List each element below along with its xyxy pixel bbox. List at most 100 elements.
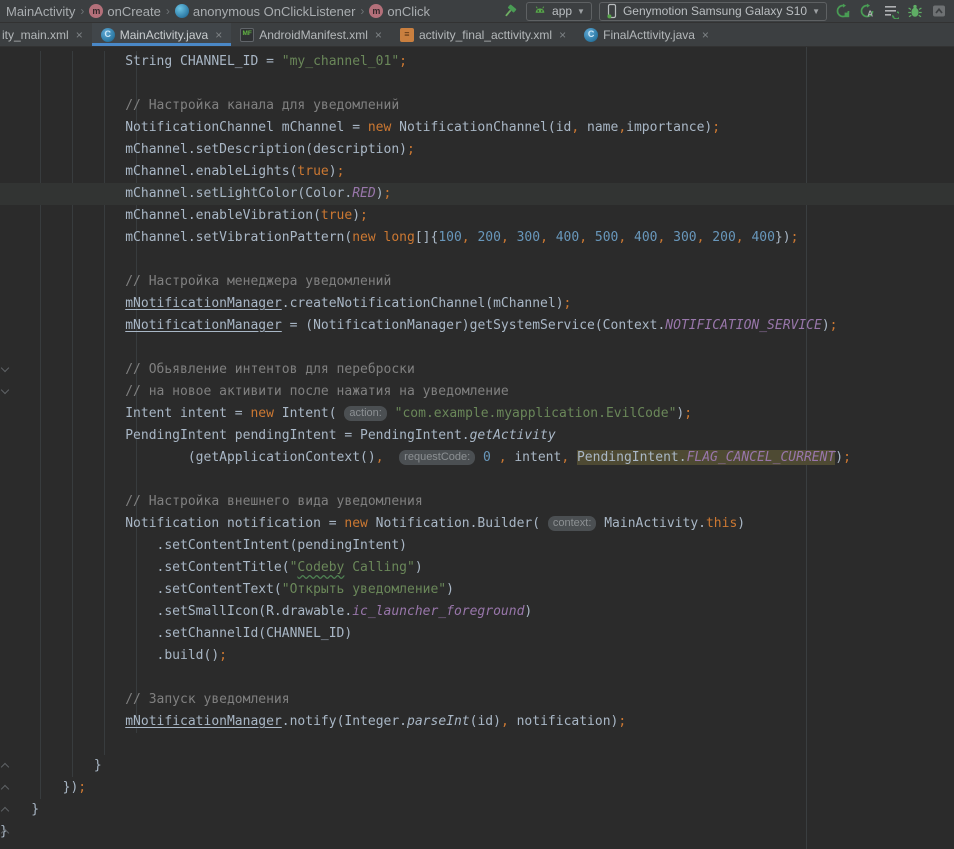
code-line[interactable]: .build(); — [0, 645, 954, 667]
code-area[interactable]: String CHANNEL_ID = "my_channel_01"; // … — [0, 51, 954, 843]
rerun-icon[interactable] — [834, 2, 852, 20]
code-token — [376, 230, 384, 245]
code-line[interactable]: } — [0, 799, 954, 821]
code-line[interactable]: // на новое активити после нажатия на ув… — [0, 381, 954, 403]
code-line[interactable]: Notification notification = new Notifica… — [0, 513, 954, 535]
code-editor[interactable]: String CHANNEL_ID = "my_channel_01"; // … — [0, 47, 954, 849]
code-line[interactable]: .setContentText("Открыть уведомление") — [0, 579, 954, 601]
tab-activity_final_acttivity.xml[interactable]: ≡activity_final_acttivity.xml× — [391, 23, 575, 46]
code-line[interactable]: } — [0, 821, 954, 843]
code-line[interactable]: String CHANNEL_ID = "my_channel_01"; — [0, 51, 954, 73]
code-token: , — [571, 120, 579, 135]
code-token: ; — [830, 318, 838, 333]
tab-label: ity_main.xml — [2, 28, 69, 42]
run-configuration-select[interactable]: app ▼ — [526, 2, 592, 21]
code-token: ) — [376, 186, 384, 201]
code-token: ; — [843, 450, 851, 465]
code-token: long — [384, 230, 415, 245]
code-line-current[interactable]: mChannel.setLightColor(Color.RED); — [0, 183, 954, 205]
code-token: ; — [407, 142, 415, 157]
code-line[interactable]: mChannel.enableLights(true); — [0, 161, 954, 183]
code-line[interactable]: // Настройка канала для уведомлений — [0, 95, 954, 117]
code-token: name — [579, 120, 618, 135]
profiler-icon[interactable] — [930, 2, 948, 20]
code-token: "my_channel_01" — [282, 54, 399, 69]
apply-code-changes-icon[interactable] — [882, 2, 900, 20]
code-line[interactable]: .setChannelId(CHANNEL_ID) — [0, 623, 954, 645]
run-toolbar: app ▼ Genymotion Samsung Galaxy S10 ▼ A — [501, 2, 950, 21]
breadcrumb-item[interactable]: monClick — [367, 4, 432, 19]
breadcrumb-item[interactable]: MainActivity — [4, 4, 77, 19]
code-token: , — [561, 450, 569, 465]
code-token: Calling" — [344, 560, 414, 575]
breadcrumb-item[interactable]: anonymous OnClickListener — [173, 4, 358, 19]
apply-changes-icon[interactable]: A — [858, 2, 876, 20]
close-tab-icon[interactable]: × — [215, 28, 222, 42]
breadcrumb-item[interactable]: monCreate — [87, 4, 162, 19]
code-token — [509, 230, 517, 245]
tab-AndroidManifest.xml[interactable]: MFAndroidManifest.xml× — [231, 23, 391, 46]
breadcrumb-label: onClick — [387, 4, 430, 19]
tab-ity_main.xml[interactable]: ity_main.xml × — [0, 23, 92, 46]
code-token: importance) — [626, 120, 712, 135]
code-line[interactable]: NotificationChannel mChannel = new Notif… — [0, 117, 954, 139]
code-line[interactable]: // Обьявление интентов для переброски — [0, 359, 954, 381]
code-line[interactable]: mChannel.setDescription(description); — [0, 139, 954, 161]
code-line[interactable]: mChannel.setVibrationPattern(new long[]{… — [0, 227, 954, 249]
close-tab-icon[interactable]: × — [375, 28, 382, 42]
code-line[interactable] — [0, 249, 954, 271]
navigation-bar: MainActivity›monCreate›anonymous OnClick… — [0, 0, 954, 23]
code-line[interactable]: // Настройка менеджера уведомлений — [0, 271, 954, 293]
code-token: (getApplicationContext() — [0, 450, 376, 465]
code-token: // Настройка канала для уведомлений — [0, 98, 399, 113]
code-token: ; — [618, 714, 626, 729]
close-tab-icon[interactable]: × — [702, 28, 709, 42]
tab-FinalActtivity.java[interactable]: CFinalActtivity.java× — [575, 23, 718, 46]
code-line[interactable] — [0, 469, 954, 491]
code-token: FLAG_CANCEL_CURRENT — [687, 450, 836, 465]
code-token — [491, 450, 499, 465]
code-token — [665, 230, 673, 245]
code-line[interactable]: // Запуск уведомления — [0, 689, 954, 711]
tab-label: MainActivity.java — [120, 28, 208, 42]
code-line[interactable] — [0, 73, 954, 95]
code-token: 200 — [477, 230, 500, 245]
debug-icon[interactable] — [906, 2, 924, 20]
code-line[interactable]: PendingIntent pendingIntent = PendingInt… — [0, 425, 954, 447]
code-line[interactable]: mNotificationManager.createNotificationC… — [0, 293, 954, 315]
code-line[interactable]: mNotificationManager.notify(Integer.pars… — [0, 711, 954, 733]
code-token: ) — [329, 164, 337, 179]
code-token: .setContentText( — [0, 582, 282, 597]
code-line[interactable]: mNotificationManager = (NotificationMana… — [0, 315, 954, 337]
code-token: ) — [737, 516, 745, 531]
code-line[interactable] — [0, 667, 954, 689]
code-token — [475, 450, 483, 465]
close-tab-icon[interactable]: × — [559, 28, 566, 42]
code-line[interactable]: .setSmallIcon(R.drawable.ic_launcher_for… — [0, 601, 954, 623]
code-line[interactable]: }); — [0, 777, 954, 799]
code-token: (id) — [470, 714, 501, 729]
code-token: 400 — [556, 230, 579, 245]
close-tab-icon[interactable]: × — [76, 28, 83, 42]
build-hammer-icon[interactable] — [501, 2, 519, 20]
code-line[interactable]: .setContentTitle("Codeby Calling") — [0, 557, 954, 579]
code-token: .createNotificationChannel(mChannel) — [282, 296, 564, 311]
code-line[interactable]: } — [0, 755, 954, 777]
editor-tab-bar: ity_main.xml×CMainActivity.java×MFAndroi… — [0, 23, 954, 47]
code-line[interactable]: // Настройка внешнего вида уведомления — [0, 491, 954, 513]
code-token: }) — [775, 230, 791, 245]
code-line[interactable]: .setContentIntent(pendingIntent) — [0, 535, 954, 557]
code-line[interactable]: Intent intent = new Intent( action: "com… — [0, 403, 954, 425]
code-line[interactable] — [0, 337, 954, 359]
device-selector[interactable]: Genymotion Samsung Galaxy S10 ▼ — [599, 2, 827, 21]
code-token: , — [618, 120, 626, 135]
method-icon: m — [89, 4, 103, 18]
code-token: mChannel.enableLights( — [0, 164, 297, 179]
code-line[interactable]: (getApplicationContext(), requestCode: 0… — [0, 447, 954, 469]
breadcrumb-label: anonymous OnClickListener — [193, 4, 356, 19]
code-token: ) — [352, 208, 360, 223]
code-line[interactable] — [0, 733, 954, 755]
code-token: ; — [337, 164, 345, 179]
code-line[interactable]: mChannel.enableVibration(true); — [0, 205, 954, 227]
tab-MainActivity.java[interactable]: CMainActivity.java× — [92, 23, 232, 46]
